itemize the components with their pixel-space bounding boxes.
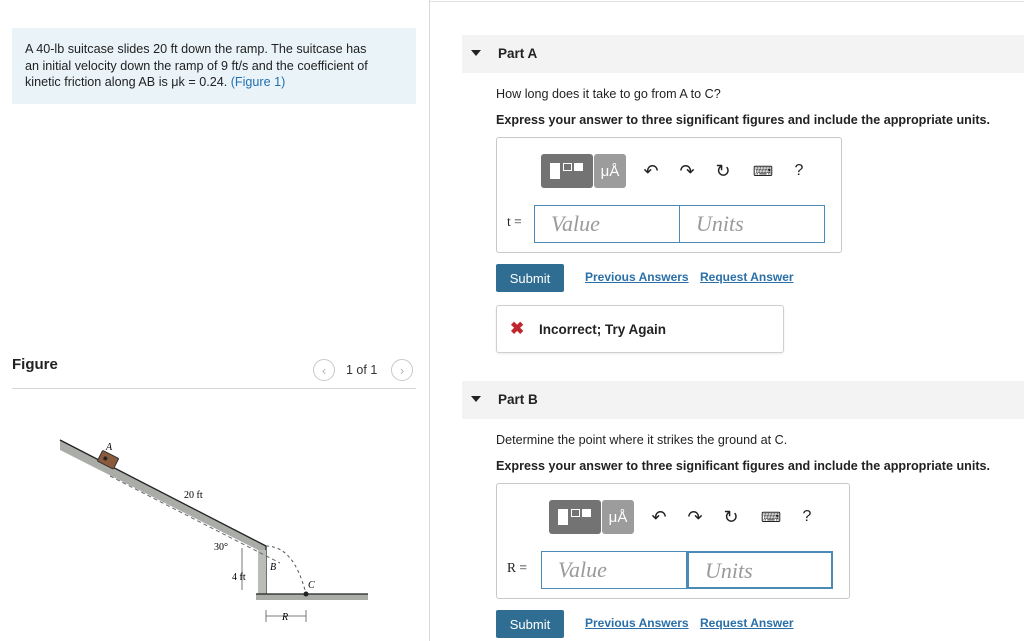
figure-divider bbox=[12, 388, 416, 389]
part-a-answer-box: μÅ ↶ ↷ ↻ ⌨ ? t = Value Units bbox=[496, 137, 842, 253]
templates-icon[interactable] bbox=[549, 500, 601, 534]
keyboard-icon[interactable]: ⌨ bbox=[750, 158, 776, 184]
undo-icon[interactable]: ↶ bbox=[638, 158, 664, 184]
keyboard-icon[interactable]: ⌨ bbox=[758, 504, 784, 530]
chevron-left-icon: ‹ bbox=[321, 362, 327, 378]
part-b-value-input[interactable]: Value bbox=[541, 551, 687, 589]
redo-icon[interactable]: ↷ bbox=[682, 504, 708, 530]
figure-title: Figure bbox=[12, 356, 58, 373]
problem-line-3-text: kinetic friction along AB is μk = 0.24. bbox=[25, 75, 231, 89]
redo-icon[interactable]: ↷ bbox=[674, 158, 700, 184]
problem-line-3: kinetic friction along AB is μk = 0.24. … bbox=[25, 74, 402, 91]
x-icon: ✖ bbox=[510, 319, 525, 338]
ramp-figure: A 20 ft 30° B C 4 ft R bbox=[59, 439, 368, 623]
ramp-surface bbox=[60, 440, 266, 554]
problem-line-2: an initial velocity down the ramp of 9 f… bbox=[25, 58, 368, 73]
previous-figure-button[interactable]: ‹ bbox=[313, 359, 335, 381]
templates-icon[interactable] bbox=[541, 154, 593, 188]
figure-counter: 1 of 1 bbox=[346, 363, 378, 377]
part-a-previous-answers-link[interactable]: Previous Answers bbox=[585, 270, 689, 284]
part-a-question: How long does it take to go from A to C? bbox=[496, 87, 721, 101]
triangle-down-icon bbox=[471, 396, 481, 402]
part-b-question: Determine the point where it strikes the… bbox=[496, 433, 788, 447]
part-b-header[interactable]: Part B bbox=[462, 381, 1024, 419]
triangle-down-icon bbox=[471, 50, 481, 56]
part-a-instructions: Express your answer to three significant… bbox=[496, 113, 991, 127]
label-b: B bbox=[270, 562, 276, 573]
part-a-header[interactable]: Part A bbox=[462, 35, 1024, 73]
ramp-edge bbox=[59, 439, 267, 547]
label-angle: 30° bbox=[214, 542, 228, 553]
part-b-request-answer-link[interactable]: Request Answer bbox=[700, 616, 794, 630]
part-a-feedback: ✖ Incorrect; Try Again bbox=[496, 305, 784, 353]
label-a: A bbox=[105, 442, 113, 453]
part-b-answer-box: μÅ ↶ ↷ ↻ ⌨ ? R = Value Units bbox=[496, 483, 850, 599]
label-c: C bbox=[308, 580, 315, 591]
next-figure-button[interactable]: › bbox=[391, 359, 413, 381]
problem-line-1: A 40-lb suitcase slides 20 ft down the r… bbox=[25, 42, 367, 56]
problem-statement: A 40-lb suitcase slides 20 ft down the r… bbox=[12, 28, 416, 104]
wall-shading bbox=[258, 550, 266, 594]
top-rule bbox=[430, 1, 1024, 2]
column-divider bbox=[429, 0, 430, 641]
help-icon[interactable]: ? bbox=[794, 504, 820, 530]
part-a-units-input[interactable]: Units bbox=[679, 205, 825, 243]
part-b-variable: R = bbox=[507, 560, 527, 575]
part-b-submit-button[interactable]: Submit bbox=[496, 610, 564, 638]
part-b-title: Part B bbox=[498, 392, 538, 407]
part-b-instructions: Express your answer to three significant… bbox=[496, 459, 991, 473]
label-range: R bbox=[281, 612, 288, 623]
part-a-request-answer-link[interactable]: Request Answer bbox=[700, 270, 794, 284]
reset-icon[interactable]: ↻ bbox=[718, 504, 744, 530]
part-b-toolbar: μÅ ↶ ↷ ↻ ⌨ ? bbox=[549, 500, 820, 534]
units-icon[interactable]: μÅ bbox=[602, 500, 634, 534]
help-icon[interactable]: ? bbox=[786, 158, 812, 184]
units-icon[interactable]: μÅ bbox=[594, 154, 626, 188]
part-a-value-input[interactable]: Value bbox=[534, 205, 680, 243]
part-a-submit-button[interactable]: Submit bbox=[496, 264, 564, 292]
undo-icon[interactable]: ↶ bbox=[646, 504, 672, 530]
label-length: 20 ft bbox=[184, 490, 203, 501]
feedback-message: Incorrect; Try Again bbox=[539, 322, 667, 337]
part-a-variable: t = bbox=[507, 214, 522, 229]
part-b-units-input[interactable]: Units bbox=[687, 551, 833, 589]
label-height: 4 ft bbox=[232, 572, 246, 583]
chevron-right-icon: › bbox=[399, 362, 405, 378]
figure-link[interactable]: (Figure 1) bbox=[231, 75, 286, 89]
reset-icon[interactable]: ↻ bbox=[710, 158, 736, 184]
part-b-previous-answers-link[interactable]: Previous Answers bbox=[585, 616, 689, 630]
ground bbox=[256, 594, 368, 600]
part-a-title: Part A bbox=[498, 46, 538, 61]
part-a-toolbar: μÅ ↶ ↷ ↻ ⌨ ? bbox=[541, 154, 812, 188]
point-c-dot bbox=[303, 591, 309, 597]
